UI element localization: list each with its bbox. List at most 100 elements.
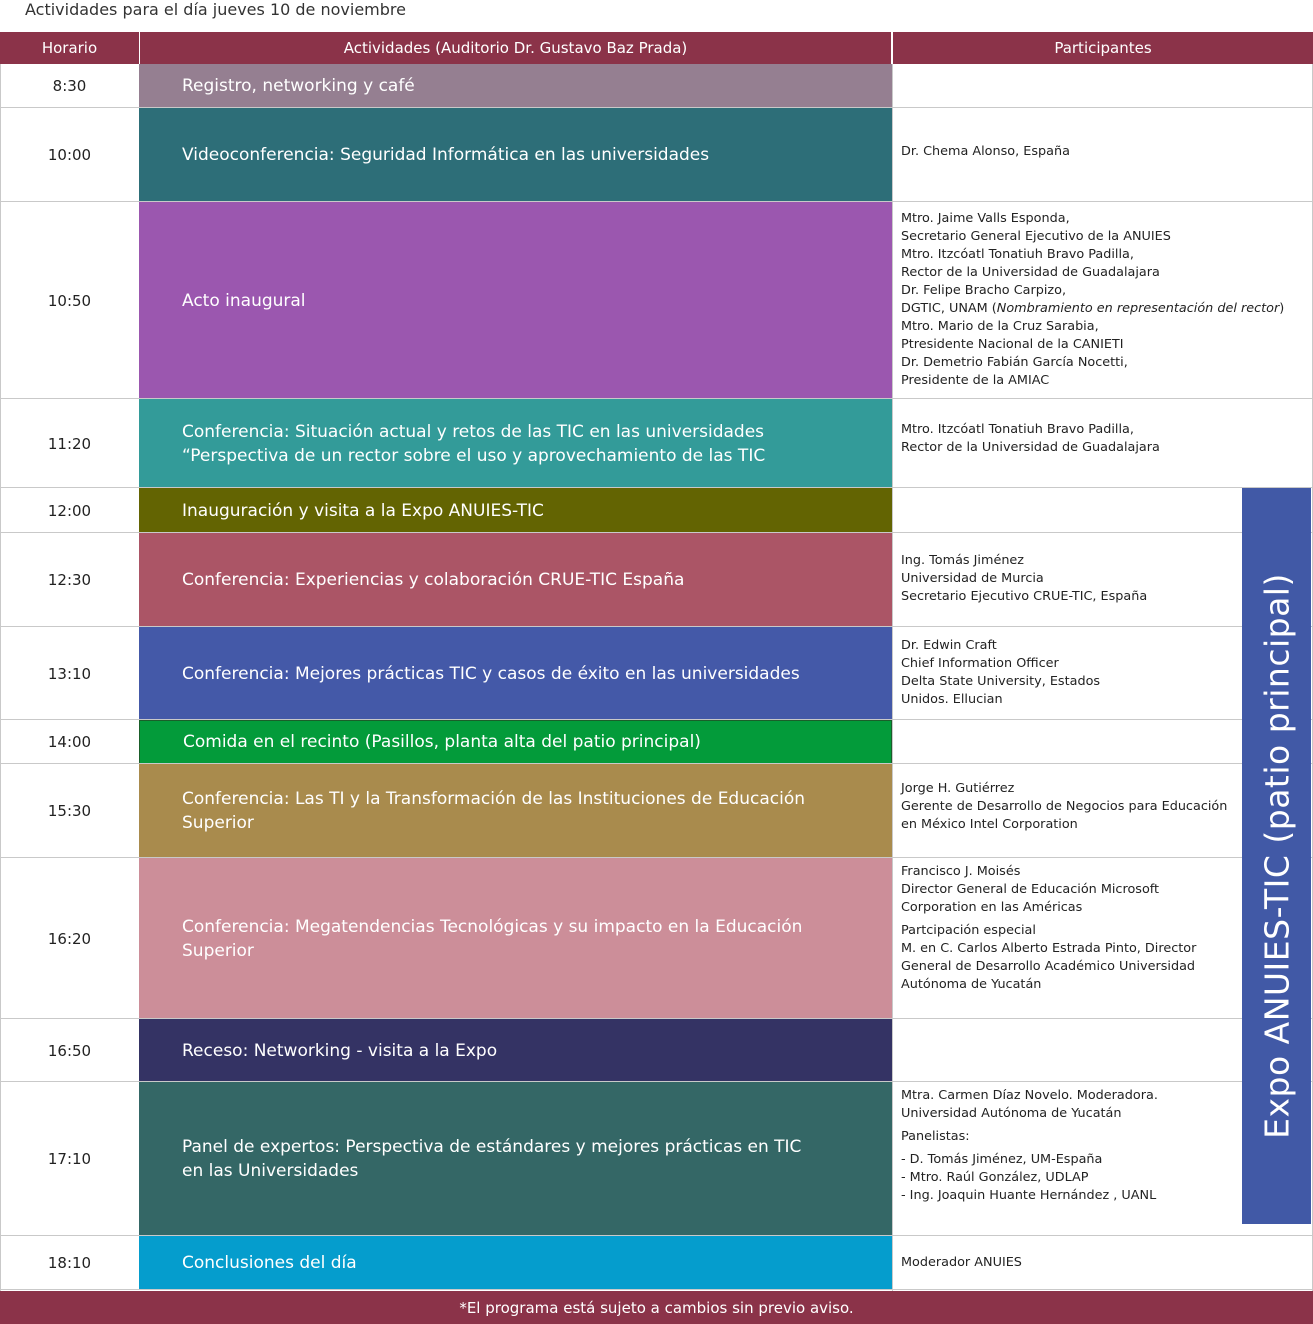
participant-line: Jorge H. Gutiérrez: [901, 781, 1015, 796]
participant-line: Ing. Tomás Jiménez: [901, 553, 1025, 568]
expo-side-banner-label: Expo ANUIES-TIC (patio principal): [1257, 573, 1296, 1139]
footer-note: *El programa está sujeto a cambios sin p…: [0, 1291, 1313, 1324]
participant-line: Gerente de Desarrollo de Negocios para E…: [901, 799, 1228, 814]
participant-line: Secretario Ejecutivo CRUE-TIC, España: [901, 589, 1148, 604]
activity-line: “Perspectiva de un rector sobre el uso y…: [182, 445, 766, 466]
activity-line: Videoconferencia: Seguridad Informática …: [182, 145, 710, 165]
time-cell: 15:30: [47, 802, 92, 820]
activity-line: Conclusiones del día: [182, 1253, 357, 1273]
header-actividades: Actividades (Auditorio Dr. Gustavo Baz P…: [140, 32, 891, 64]
participants-cell: Mtro. Itzcóatl Tonatiuh Bravo Padilla, Re…: [901, 421, 1160, 457]
participant-line: Panelistas:: [901, 1129, 970, 1144]
time-cell: 11:20: [47, 434, 92, 453]
time-cell: 17:10: [47, 1150, 92, 1168]
participants-cell: Jorge H. Gutiérrez Gerente de Desarrollo …: [901, 780, 1227, 834]
participant-line: Mtro. Mario de la Cruz Sarabia,: [901, 319, 1099, 334]
time-cell: 16:50: [47, 1041, 92, 1060]
participants-cell: Dr. Edwin Craft Chief Information Officer…: [901, 637, 1100, 709]
participant-line: Partcipación especial: [901, 923, 1036, 938]
participant-line: Universidad de Murcia: [901, 571, 1044, 586]
time-cell: 10:00: [47, 146, 92, 164]
participants-cell: Dr. Chema Alonso, España: [901, 143, 1070, 161]
activity-line: Panel de expertos: Perspectiva de estánd…: [182, 1137, 802, 1157]
activity-text: Registro, networking y café: [182, 74, 415, 98]
time-cell: 12:30: [47, 571, 92, 589]
activity-block: Videoconferencia: Seguridad Informática …: [139, 108, 892, 202]
activity-text: Inauguración y visita a la Expo ANUIES-T…: [182, 499, 544, 523]
participant-line: Dr. Chema Alonso, España: [901, 144, 1070, 159]
activity-text: Comida en el recinto (Pasillos, planta a…: [183, 730, 701, 754]
participant-line: - Ing. Joaquin Huante Hernández , UANL: [901, 1188, 1157, 1203]
activity-line: Conferencia: Experiencias y colaboración…: [182, 570, 685, 590]
page-title: Actividades para el día jueves 10 de nov…: [25, 0, 406, 19]
expo-side-banner: Expo ANUIES-TIC (patio principal): [1242, 488, 1311, 1224]
participant-line: M. en C. Carlos Alberto Estrada Pinto, D…: [901, 941, 1197, 956]
participant-line: Chief Information Officer: [901, 656, 1059, 671]
participants-cell: Mtra. Carmen Díaz Novelo. Moderadora. Uni…: [901, 1087, 1158, 1205]
participant-line: Delta State University, Estados: [901, 674, 1101, 689]
activity-block: Acto inaugural: [139, 202, 892, 399]
activity-line: Acto inaugural: [182, 290, 306, 311]
participant-line: Moderador ANUIES: [901, 1255, 1022, 1270]
activity-text: Videoconferencia: Seguridad Informática …: [182, 143, 709, 167]
participant-line: - D. Tomás Jiménez, UM-España: [901, 1152, 1103, 1167]
activity-line: Conferencia: Megatendencias Tecnológicas…: [182, 916, 803, 937]
activity-line: Inauguración y visita a la Expo ANUIES-T…: [182, 500, 544, 521]
activity-line: Receso: Networking - visita a la Expo: [182, 1040, 498, 1061]
time-cell: 12:00: [47, 501, 92, 520]
activity-block: Conferencia: Megatendencias Tecnológicas…: [139, 858, 892, 1019]
activity-line: Superior: [182, 813, 254, 833]
time-cell: 14:00: [47, 733, 92, 751]
participant-line: Dr. Demetrio Fabián García Nocetti,: [901, 355, 1128, 370]
activity-block: Registro, networking y café: [139, 64, 892, 108]
activity-line: Registro, networking y café: [182, 76, 415, 96]
activity-block: Conferencia: Mejores prácticas TIC y cas…: [139, 627, 892, 720]
participant-text: ): [1279, 301, 1285, 316]
activity-block: Panel de expertos: Perspectiva de estánd…: [139, 1082, 892, 1236]
activity-line: Comida en el recinto (Pasillos, planta a…: [183, 732, 701, 752]
activity-text: Conferencia: Las TI y la Transformación …: [182, 787, 805, 835]
activity-block: Conferencia: Situación actual y retos de…: [139, 399, 892, 488]
participant-line: General de Desarrollo Académico Universi…: [901, 959, 1196, 974]
participant-line: Mtro. Jaime Valls Esponda,: [901, 211, 1070, 226]
participant-line: Unidos. Ellucian: [901, 692, 1003, 707]
participant-line: Mtra. Carmen Díaz Novelo. Moderadora.: [901, 1088, 1158, 1103]
activity-text: Conclusiones del día: [182, 1251, 357, 1275]
header-horario: Horario: [0, 32, 139, 64]
grid-line: [892, 64, 893, 1291]
participants-cell: Moderador ANUIES: [901, 1254, 1022, 1272]
activity-block: Conferencia: Experiencias y colaboración…: [139, 533, 892, 627]
activity-text: Conferencia: Mejores prácticas TIC y cas…: [182, 662, 800, 686]
participant-line: Dr. Felipe Bracho Carpizo,: [901, 283, 1067, 298]
participants-cell: Mtro. Jaime Valls Esponda, Secretario Gen…: [901, 210, 1284, 390]
time-cell: 16:20: [47, 929, 92, 948]
grid-line: [0, 64, 1, 1291]
activity-text: Panel de expertos: Perspectiva de estánd…: [182, 1135, 801, 1183]
participant-note: Nombramiento en representación del recto…: [996, 301, 1280, 316]
activity-text: Conferencia: Megatendencias Tecnológicas…: [182, 915, 802, 963]
activity-text: Receso: Networking - visita a la Expo: [182, 1039, 497, 1063]
header-participantes: Participantes: [893, 32, 1313, 64]
participant-line: Mtro. Itzcóatl Tonatiuh Bravo Padilla,: [901, 422, 1134, 437]
participant-line: Francisco J. Moisés: [901, 864, 1021, 879]
activity-block: Comida en el recinto (Pasillos, planta a…: [139, 720, 892, 764]
participant-line: Rector de la Universidad de Guadalajara: [901, 440, 1160, 455]
time-cell: 13:10: [47, 664, 92, 683]
participant-text: DGTIC, UNAM (: [901, 301, 997, 316]
activity-block: Receso: Networking - visita a la Expo: [139, 1019, 892, 1082]
participant-line: Ptresidente Nacional de la CANIETI: [901, 337, 1124, 352]
participant-line: Mtro. Itzcóatl Tonatiuh Bravo Padilla,: [901, 247, 1134, 262]
participant-line: Corporation en las Américas: [901, 900, 1083, 915]
activity-block: Conferencia: Las TI y la Transformación …: [139, 764, 892, 858]
activity-line: Conferencia: Las TI y la Transformación …: [182, 789, 806, 809]
participant-line: Director General de Educación Microsoft: [901, 882, 1160, 897]
participant-line: - Mtro. Raúl González, UDLAP: [901, 1170, 1089, 1185]
activity-text: Conferencia: Situación actual y retos de…: [182, 420, 765, 468]
participant-line: Dr. Edwin Craft: [901, 638, 997, 653]
time-cell: 18:10: [47, 1254, 92, 1272]
activity-block: Inauguración y visita a la Expo ANUIES-T…: [139, 488, 892, 533]
time-cell: 8:30: [52, 77, 87, 95]
participants-cell: Francisco J. Moisés Director General de E…: [901, 863, 1196, 994]
participants-cell: Ing. Tomás Jiménez Universidad de Murcia S…: [901, 552, 1147, 606]
time-cell: 10:50: [47, 291, 92, 310]
